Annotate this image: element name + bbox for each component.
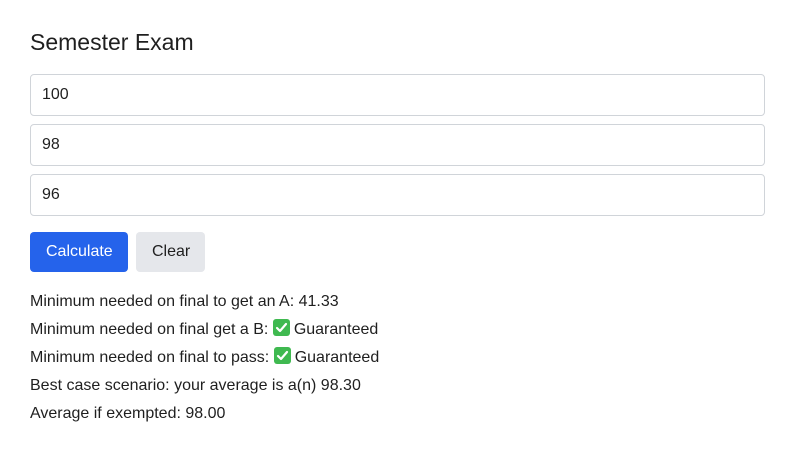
result-grade-b-value: Guaranteed: [293, 321, 379, 338]
score-input-2[interactable]: [30, 124, 765, 166]
result-grade-b-label: Minimum needed on final get a B:: [30, 321, 269, 338]
check-icon: [273, 347, 291, 364]
results-list: Minimum needed on final to get an A: 41.…: [30, 288, 379, 428]
score-input-3[interactable]: [30, 174, 765, 216]
semester-exam-app: Semester Exam Calculate Clear Minimum ne…: [0, 0, 790, 452]
result-pass-value: Guaranteed: [294, 349, 380, 366]
clear-button[interactable]: Clear: [136, 232, 205, 272]
result-grade-a-value: 41.33: [298, 293, 339, 310]
result-grade-b: Minimum needed on final get a B: Guarant…: [30, 316, 379, 344]
result-grade-a-label: Minimum needed on final to get an A:: [30, 293, 295, 310]
score-input-1[interactable]: [30, 74, 765, 116]
check-icon: [272, 319, 290, 336]
result-exempted: Average if exempted: 98.00: [30, 405, 226, 422]
page-title: Semester Exam: [30, 29, 194, 55]
result-grade-a: Minimum needed on final to get an A: 41.…: [30, 288, 379, 316]
result-pass: Minimum needed on final to pass: Guarant…: [30, 344, 379, 372]
calculate-button[interactable]: Calculate: [30, 232, 128, 272]
result-best-case: Best case scenario: your average is a(n)…: [30, 377, 361, 394]
result-pass-label: Minimum needed on final to pass:: [30, 349, 270, 366]
